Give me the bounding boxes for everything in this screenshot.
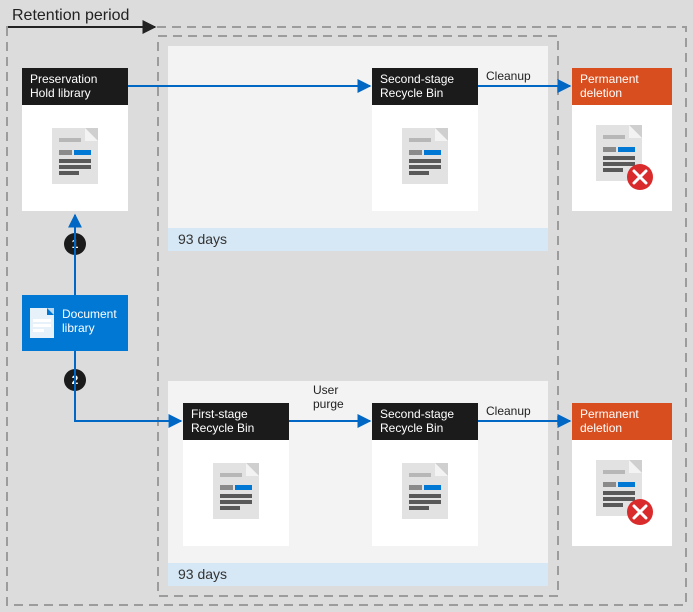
svg-text:First-stageRecycle Bin: First-stageRecycle Bin <box>191 407 254 435</box>
permanent-deletion-box-2: Permanentdeletion <box>572 403 672 546</box>
second-stage-box-1: Second-stageRecycle Bin <box>372 68 478 211</box>
svg-text:Second-stageRecycle Bin: Second-stageRecycle Bin <box>380 72 454 100</box>
cleanup-label-1: Cleanup <box>486 69 531 83</box>
document-library-box: Documentlibrary <box>22 295 128 351</box>
panel-1-footer: 93 days <box>178 231 227 247</box>
arrow-doc-to-firststage <box>75 351 181 421</box>
document-icon <box>402 463 448 519</box>
svg-text:Second-stageRecycle Bin: Second-stageRecycle Bin <box>380 407 454 435</box>
document-icon <box>52 128 98 184</box>
document-icon <box>402 128 448 184</box>
first-stage-box: First-stageRecycle Bin <box>183 403 289 546</box>
diagram-title: Retention period <box>12 7 129 24</box>
permanent-deletion-box-1: Permanentdeletion <box>572 68 672 211</box>
preservation-hold-box: PreservationHold library <box>22 68 128 211</box>
cleanup-label-2: Cleanup <box>486 404 531 418</box>
panel-2-footer: 93 days <box>178 566 227 582</box>
second-stage-box-2: Second-stageRecycle Bin <box>372 403 478 546</box>
svg-text:PreservationHold library: PreservationHold library <box>30 72 97 100</box>
document-icon <box>213 463 259 519</box>
document-library-icon <box>30 308 54 338</box>
